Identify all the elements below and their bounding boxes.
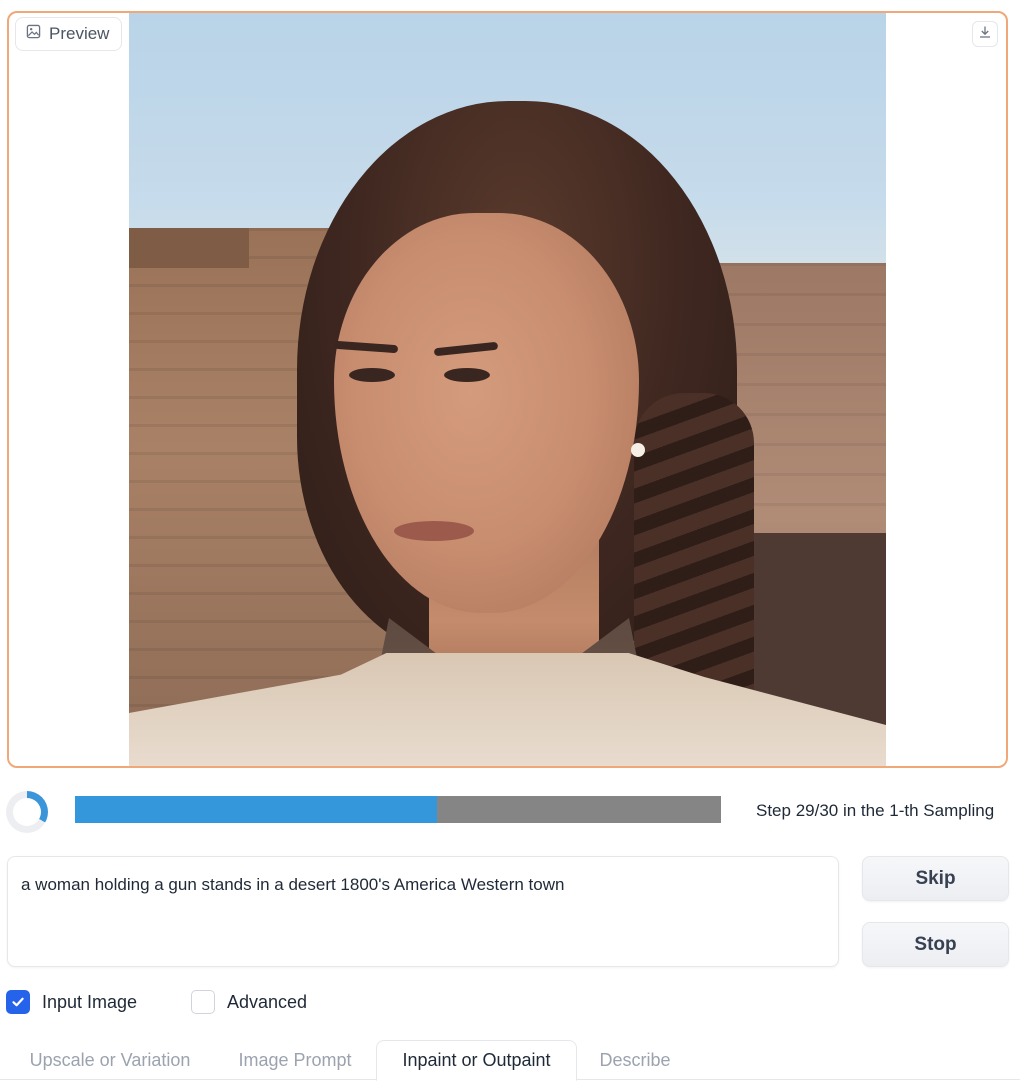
generated-image (129, 13, 886, 766)
prompt-textarea[interactable]: a woman holding a gun stands in a desert… (7, 856, 839, 967)
advanced-label: Advanced (227, 991, 308, 1012)
preview-label-text: Preview (49, 24, 110, 43)
download-button[interactable] (972, 21, 998, 47)
preview-panel: Preview (7, 11, 1008, 768)
stop-button[interactable]: Stop (862, 922, 1009, 967)
tab-bar: Upscale or Variation Image Prompt Inpain… (0, 1040, 1020, 1081)
tab-describe[interactable]: Describe (588, 1040, 682, 1081)
progress-status-text: Step 29/30 in the 1-th Sampling (756, 801, 995, 820)
loading-spinner-icon (6, 791, 48, 833)
preview-label: Preview (15, 17, 123, 51)
tab-image-prompt[interactable]: Image Prompt (224, 1040, 366, 1081)
checkbox-checked-icon[interactable] (6, 990, 30, 1014)
input-image-label: Input Image (42, 991, 138, 1012)
download-icon (978, 25, 992, 44)
tab-upscale-or-variation[interactable]: Upscale or Variation (16, 1040, 204, 1081)
advanced-checkbox[interactable]: Advanced (191, 990, 307, 1014)
progress-bar-fill (75, 796, 437, 823)
progress-bar (75, 796, 721, 823)
tab-inpaint-or-outpaint[interactable]: Inpaint or Outpaint (376, 1040, 577, 1081)
input-image-checkbox[interactable]: Input Image (6, 990, 137, 1014)
image-icon (26, 24, 41, 44)
skip-button[interactable]: Skip (862, 856, 1009, 901)
checkbox-unchecked-icon[interactable] (191, 990, 215, 1014)
